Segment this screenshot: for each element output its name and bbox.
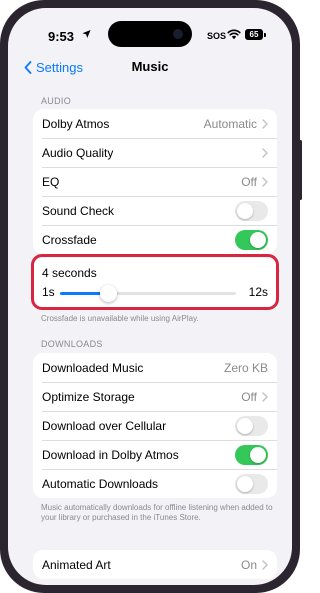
crossfade-slider[interactable] xyxy=(60,285,236,302)
crossfade-footnote: Crossfade is unavailable while using Air… xyxy=(41,314,199,323)
row-label: Audio Quality xyxy=(42,145,114,160)
battery-icon: 65 xyxy=(245,29,263,40)
row-download-dolby: Download in Dolby Atmos xyxy=(33,440,277,469)
row-value: Automatic xyxy=(203,116,257,131)
volume-down-button xyxy=(0,180,1,220)
toggle-knob xyxy=(237,202,253,219)
chevron-left-icon xyxy=(24,60,32,74)
row-value: Off xyxy=(241,174,257,189)
row-crossfade: Crossfade xyxy=(33,225,277,254)
phone-frame: 9:53 SOS 65 Music Settings AUDIO Dolby A… xyxy=(0,0,302,593)
row-automatic-downloads: Automatic Downloads xyxy=(33,469,277,498)
row-label: Automatic Downloads xyxy=(42,476,159,491)
screen: 9:53 SOS 65 Music Settings AUDIO Dolby A… xyxy=(8,8,292,585)
row-audio-quality[interactable]: Audio Quality xyxy=(33,138,277,167)
slider-thumb[interactable] xyxy=(100,285,117,302)
row-label: Sound Check xyxy=(42,203,115,218)
row-label: Dolby Atmos xyxy=(42,116,110,131)
row-label: Download in Dolby Atmos xyxy=(42,447,179,462)
battery-level: 65 xyxy=(249,30,259,39)
automatic-downloads-toggle[interactable] xyxy=(235,473,268,494)
toggle-knob xyxy=(250,231,266,248)
crossfade-value-label: 4 seconds xyxy=(42,266,97,280)
downloads-group: Downloaded Music Zero KB Optimize Storag… xyxy=(33,353,277,498)
toggle-knob xyxy=(237,475,253,492)
animated-art-group: Animated Art On xyxy=(33,550,277,579)
chevron-right-icon xyxy=(262,559,268,570)
section-header-downloads: DOWNLOADS xyxy=(41,339,103,349)
row-value: Zero KB xyxy=(223,360,268,375)
sound-check-toggle[interactable] xyxy=(235,200,268,221)
row-dolby-atmos[interactable]: Dolby Atmos Automatic xyxy=(33,109,277,138)
row-label: Crossfade xyxy=(42,232,97,247)
action-button xyxy=(0,92,1,114)
download-cellular-toggle[interactable] xyxy=(235,415,268,436)
toggle-knob xyxy=(250,446,266,463)
crossfade-slider-card: 4 seconds 1s 12s xyxy=(33,258,277,308)
row-sound-check: Sound Check xyxy=(33,196,277,225)
chevron-right-icon xyxy=(262,176,268,187)
chevron-right-icon xyxy=(262,391,268,402)
battery-cap xyxy=(264,33,266,37)
slider-min-label: 1s xyxy=(42,285,55,299)
status-bar: 9:53 SOS 65 xyxy=(8,8,292,54)
row-value: Off xyxy=(241,389,257,404)
location-arrow-icon xyxy=(82,29,91,39)
side-button xyxy=(299,140,302,200)
row-label: Downloaded Music xyxy=(42,360,144,375)
chevron-right-icon xyxy=(262,147,268,158)
row-label: EQ xyxy=(42,174,60,189)
row-download-cellular: Download over Cellular xyxy=(33,411,277,440)
row-animated-art[interactable]: Animated Art On xyxy=(33,550,277,579)
nav-bar: Music Settings xyxy=(8,54,292,80)
back-button-label: Settings xyxy=(36,59,83,75)
section-header-audio: AUDIO xyxy=(41,96,72,106)
chevron-right-icon xyxy=(262,118,268,129)
downloads-footnote: Music automatically downloads for offlin… xyxy=(41,503,273,522)
toggle-knob xyxy=(237,417,253,434)
row-label: Download over Cellular xyxy=(42,418,167,433)
slider-max-label: 12s xyxy=(248,285,268,299)
row-optimize-storage[interactable]: Optimize Storage Off xyxy=(33,382,277,411)
sos-indicator: SOS xyxy=(207,31,227,41)
download-dolby-toggle[interactable] xyxy=(235,444,268,465)
row-value: On xyxy=(240,557,257,572)
row-label: Optimize Storage xyxy=(42,389,135,404)
row-eq[interactable]: EQ Off xyxy=(33,167,277,196)
row-downloaded-music[interactable]: Downloaded Music Zero KB xyxy=(33,353,277,382)
volume-up-button xyxy=(0,130,1,170)
row-label: Animated Art xyxy=(42,557,111,572)
wifi-icon xyxy=(227,29,241,40)
back-button[interactable]: Settings xyxy=(24,54,83,80)
crossfade-toggle[interactable] xyxy=(235,229,268,250)
audio-group: Dolby Atmos Automatic Audio Quality EQ O… xyxy=(33,109,277,254)
status-time: 9:53 xyxy=(48,29,75,44)
dynamic-island xyxy=(108,21,192,47)
camera-dot xyxy=(173,29,183,39)
